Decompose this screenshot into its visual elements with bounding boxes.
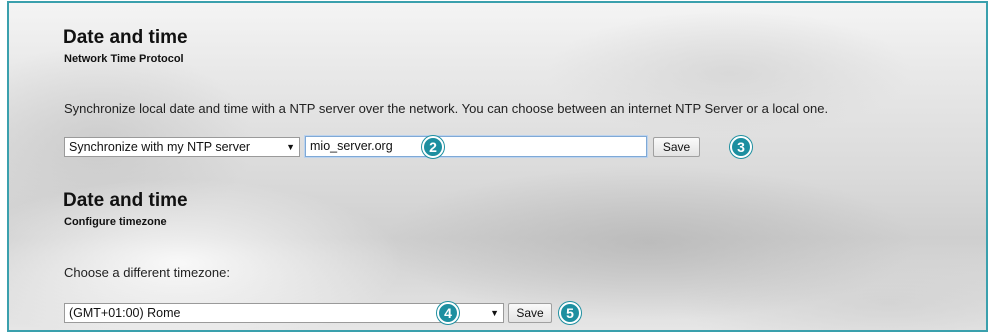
chevron-down-icon: ▼ [286, 142, 295, 152]
ntp-server-input[interactable]: mio_server.org [304, 135, 648, 158]
timezone-description: Choose a different timezone: [64, 265, 230, 280]
callout-badge-5: 5 [559, 302, 581, 324]
ntp-save-button[interactable]: Save [653, 137, 700, 157]
ntp-server-value: mio_server.org [310, 139, 393, 153]
ntp-section-subtitle: Network Time Protocol [64, 53, 184, 65]
ntp-section-title: Date and time [63, 27, 188, 48]
callout-badge-4: 4 [437, 302, 459, 324]
settings-panel: Date and time Network Time Protocol Sync… [7, 1, 988, 332]
timezone-save-button[interactable]: Save [508, 303, 552, 323]
timezone-section-subtitle: Configure timezone [64, 216, 167, 228]
ntp-mode-select[interactable]: Synchronize with my NTP server ▼ [64, 137, 300, 157]
chevron-down-icon: ▼ [490, 308, 499, 318]
timezone-selected-value: (GMT+01:00) Rome [69, 306, 181, 320]
callout-badge-3: 3 [730, 136, 752, 158]
callout-badge-2: 2 [422, 136, 444, 158]
ntp-mode-selected-value: Synchronize with my NTP server [69, 140, 251, 154]
ntp-description: Synchronize local date and time with a N… [64, 101, 829, 116]
timezone-section-title: Date and time [63, 190, 188, 211]
